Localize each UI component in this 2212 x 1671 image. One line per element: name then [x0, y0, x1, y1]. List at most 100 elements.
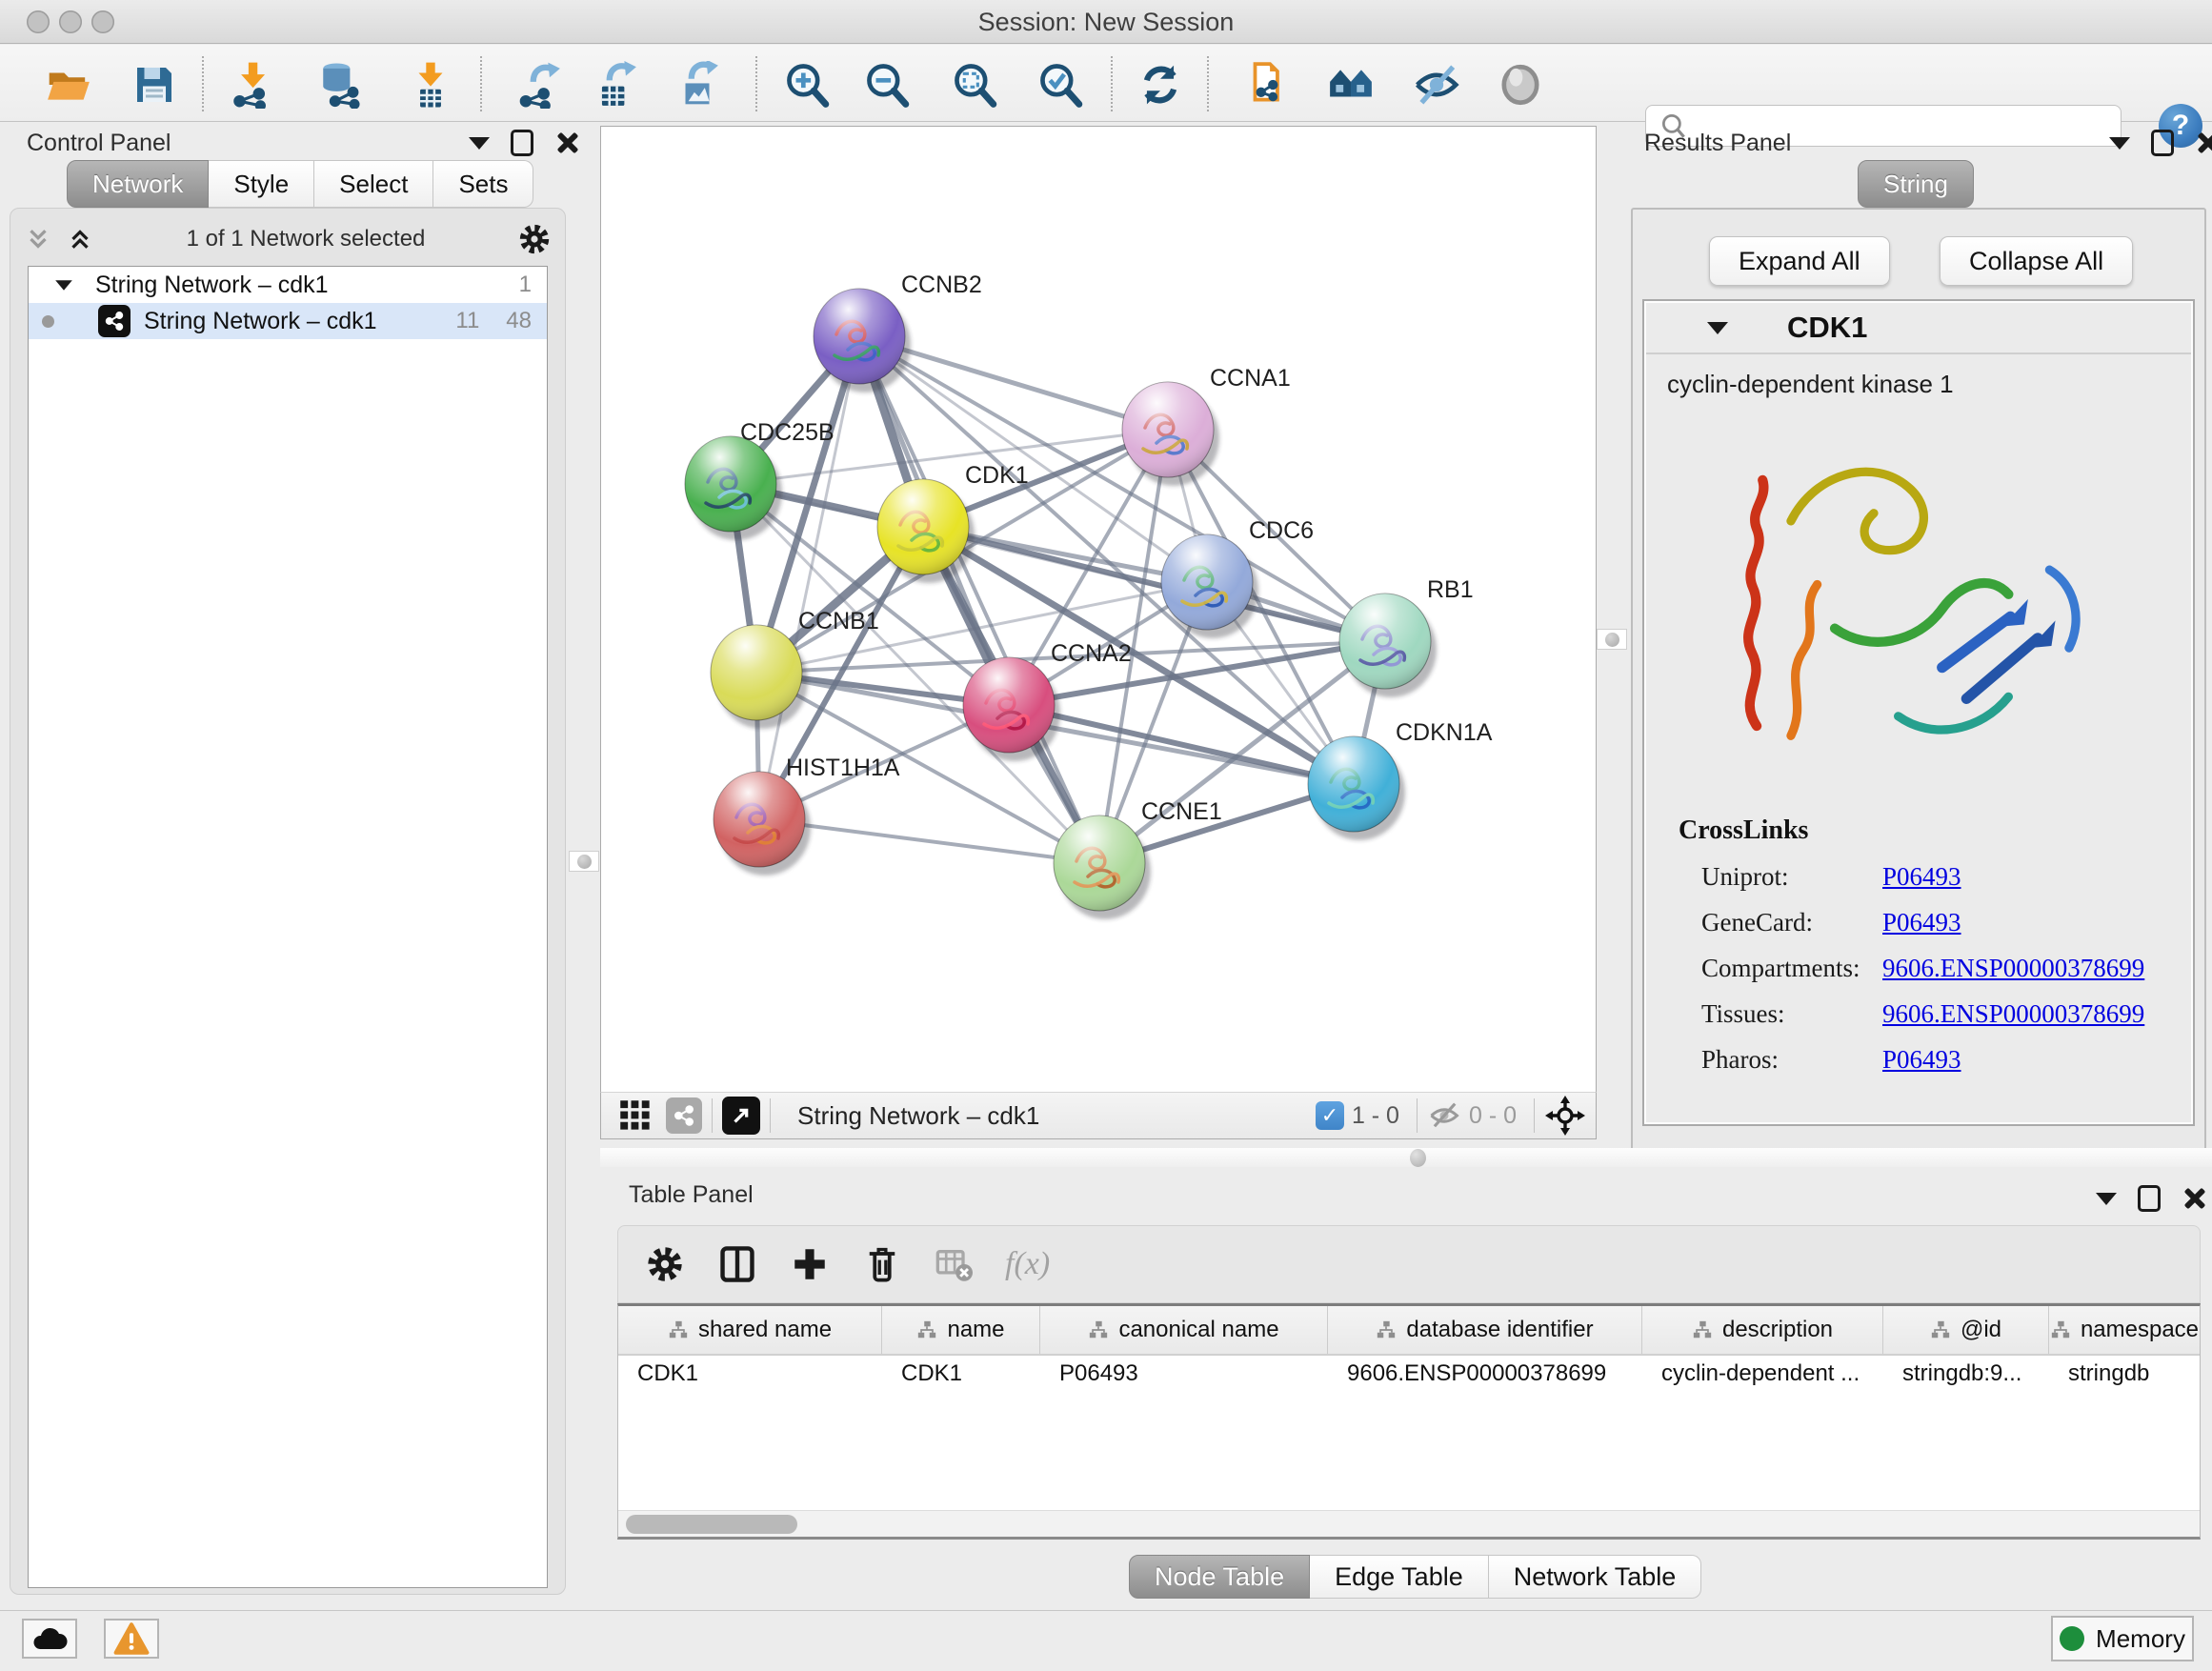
float-panel-icon[interactable] — [511, 130, 533, 156]
tissues-link[interactable]: 9606.ENSP00000378699 — [1882, 999, 2144, 1029]
horizontal-scrollbar[interactable] — [618, 1510, 2200, 1537]
memory-status-dot — [2060, 1626, 2084, 1651]
column-header[interactable]: shared name — [618, 1306, 882, 1354]
show-all-button[interactable] — [1494, 58, 1547, 111]
home-networks-button[interactable] — [1324, 58, 1377, 111]
column-header[interactable]: canonical name — [1040, 1306, 1328, 1354]
right-splitter-handle[interactable] — [1597, 629, 1627, 650]
node-label-CDK1: CDK1 — [965, 462, 1029, 489]
panel-menu-icon[interactable] — [2109, 137, 2130, 150]
tab-node-table[interactable]: Node Table — [1129, 1555, 1310, 1599]
tab-string[interactable]: String — [1858, 160, 1974, 208]
collapse-all-button[interactable]: Collapse All — [1940, 236, 2133, 286]
warnings-button[interactable] — [104, 1619, 159, 1659]
tab-network-table[interactable]: Network Table — [1489, 1555, 1702, 1599]
birds-eye-view-button[interactable] — [618, 1098, 653, 1133]
memory-button[interactable]: Memory — [2051, 1616, 2194, 1661]
tab-edge-table[interactable]: Edge Table — [1310, 1555, 1489, 1599]
network-edge-CCNB2-CCNE1[interactable] — [859, 336, 1099, 863]
float-panel-icon[interactable] — [2151, 130, 2174, 156]
tab-network[interactable]: Network — [67, 160, 209, 208]
delete-column-icon[interactable] — [862, 1244, 902, 1284]
hidden-eye-icon[interactable] — [1427, 1098, 1461, 1133]
export-image-button[interactable] — [671, 58, 724, 111]
network-edge-CCNB2-HIST1H1A[interactable] — [759, 336, 859, 819]
network-tree: String Network – cdk1 1 String Network –… — [28, 266, 548, 1588]
expand-all-button[interactable]: Expand All — [1709, 236, 1890, 286]
select-columns-icon[interactable] — [717, 1244, 757, 1284]
add-column-icon[interactable] — [790, 1244, 830, 1284]
collapse-all-icon[interactable] — [24, 225, 52, 253]
import-network-database-button[interactable] — [314, 58, 368, 111]
column-header[interactable]: description — [1642, 1306, 1883, 1354]
table-panel-title: Table Panel — [629, 1181, 754, 1209]
network-node-CDC25B[interactable]: CDC25B — [685, 419, 835, 540]
horizontal-splitter-handle[interactable] — [1410, 1149, 1426, 1167]
tree-expander-icon[interactable] — [55, 280, 72, 290]
import-database-icon — [317, 61, 365, 109]
column-type-icon — [1376, 1319, 1397, 1340]
pharos-link[interactable]: P06493 — [1882, 1045, 1961, 1075]
section-expander-icon[interactable] — [1707, 322, 1728, 334]
left-splitter-handle[interactable] — [569, 851, 599, 872]
panel-menu-icon[interactable] — [469, 137, 490, 150]
network-collection-row[interactable]: String Network – cdk1 1 — [29, 267, 547, 303]
compartments-link[interactable]: 9606.ENSP00000378699 — [1882, 954, 2144, 983]
column-header[interactable]: database identifier — [1328, 1306, 1642, 1354]
tab-select[interactable]: Select — [314, 160, 433, 208]
column-header[interactable]: namespace — [2049, 1306, 2200, 1354]
network-node-CCNB2[interactable]: CCNB2 — [814, 272, 982, 393]
refresh-layout-button[interactable] — [1134, 58, 1187, 111]
network-node-CDK1[interactable]: CDK1 — [877, 462, 1029, 583]
tab-style[interactable]: Style — [209, 160, 314, 208]
crosshair-icon[interactable] — [1544, 1095, 1586, 1137]
detach-view-button[interactable] — [722, 1097, 760, 1135]
import-network-file-button[interactable] — [225, 58, 278, 111]
import-table-button[interactable] — [404, 58, 457, 111]
function-builder-button: f(x) — [1005, 1246, 1050, 1282]
table-gear-icon[interactable] — [645, 1244, 685, 1284]
table-row[interactable]: CDK1 CDK1 P06493 9606.ENSP00000378699 cy… — [618, 1356, 2200, 1392]
column-header[interactable]: name — [882, 1306, 1040, 1354]
memory-label: Memory — [2096, 1624, 2185, 1654]
network-canvas[interactable]: CCNB2CCNA1CDC25BCDK1CDC6RB1CCNB1CCNA2CDK… — [600, 126, 1597, 1092]
open-session-button[interactable] — [42, 58, 95, 111]
gear-icon[interactable] — [517, 222, 552, 256]
tab-sets[interactable]: Sets — [433, 160, 533, 208]
network-node-CCNA1[interactable]: CCNA1 — [1122, 365, 1291, 486]
column-header[interactable]: @id — [1883, 1306, 2049, 1354]
network-row[interactable]: String Network – cdk1 11 48 — [29, 303, 547, 339]
column-type-icon — [916, 1319, 937, 1340]
network-edge-CCNA2-CDKN1A[interactable] — [1009, 705, 1354, 784]
node-label-CDC6: CDC6 — [1249, 517, 1314, 544]
uniprot-link[interactable]: P06493 — [1882, 862, 1961, 892]
zoom-out-button[interactable] — [861, 58, 915, 111]
cloud-status-button[interactable] — [22, 1619, 77, 1659]
zoom-fit-button[interactable] — [949, 58, 1002, 111]
gene-section-header[interactable]: CDK1 — [1646, 303, 2191, 354]
float-panel-icon[interactable] — [2138, 1185, 2161, 1212]
save-session-button[interactable] — [128, 58, 181, 111]
zoom-in-button[interactable] — [781, 58, 835, 111]
crosslink-row: Tissues: 9606.ENSP00000378699 — [1679, 999, 2174, 1029]
expand-all-icon[interactable] — [66, 225, 94, 253]
warning-icon — [112, 1621, 151, 1656]
panel-menu-icon[interactable] — [2096, 1193, 2117, 1205]
string-view-button[interactable] — [666, 1097, 702, 1134]
export-network-button[interactable] — [513, 58, 566, 111]
horizontal-splitter[interactable] — [600, 1148, 2212, 1167]
scrollbar-thumb[interactable] — [626, 1515, 797, 1534]
zoom-selected-button[interactable] — [1035, 58, 1088, 111]
network-node-RB1[interactable]: RB1 — [1339, 576, 1474, 697]
selected-checkbox-icon[interactable] — [1316, 1101, 1344, 1130]
close-panel-icon[interactable] — [554, 131, 579, 155]
genecard-link[interactable]: P06493 — [1882, 908, 1961, 937]
close-panel-icon[interactable] — [2195, 131, 2212, 155]
network-node-HIST1H1A[interactable]: HIST1H1A — [714, 755, 900, 876]
toolbar-separator — [755, 56, 757, 111]
clone-network-button[interactable] — [1240, 58, 1294, 111]
network-node-CDKN1A[interactable]: CDKN1A — [1308, 719, 1493, 840]
hide-unhide-button[interactable] — [1410, 58, 1463, 111]
close-panel-icon[interactable] — [2182, 1186, 2206, 1211]
export-table-button[interactable] — [589, 58, 642, 111]
